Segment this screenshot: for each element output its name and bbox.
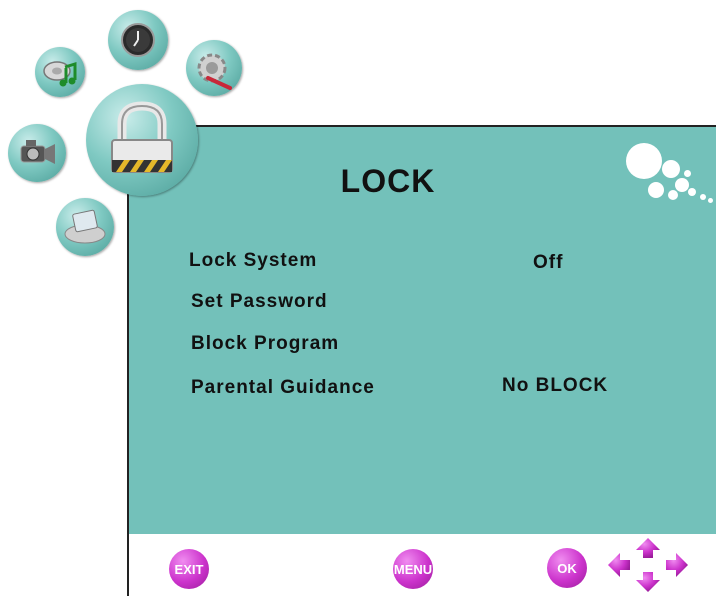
lock-system-label[interactable]: Lock System [189,250,317,272]
parental-guidance-value[interactable]: No BLOCK [502,375,608,397]
menu-button[interactable]: MENU [393,549,433,589]
lock-icon[interactable] [86,84,198,196]
exit-button[interactable]: EXIT [169,549,209,589]
ok-button[interactable]: OK [547,548,587,588]
lock-system-value[interactable]: Off [533,252,563,274]
set-password-label[interactable]: Set Password [191,291,328,313]
block-program-label[interactable]: Block Program [191,333,339,355]
parental-guidance-label[interactable]: Parental Guidance [191,377,375,399]
video-camera-icon[interactable] [8,124,66,182]
music-icon[interactable] [35,47,85,97]
navigation-arrows-icon[interactable] [604,534,692,596]
clock-icon[interactable] [108,10,168,70]
computer-icon[interactable] [56,198,114,256]
